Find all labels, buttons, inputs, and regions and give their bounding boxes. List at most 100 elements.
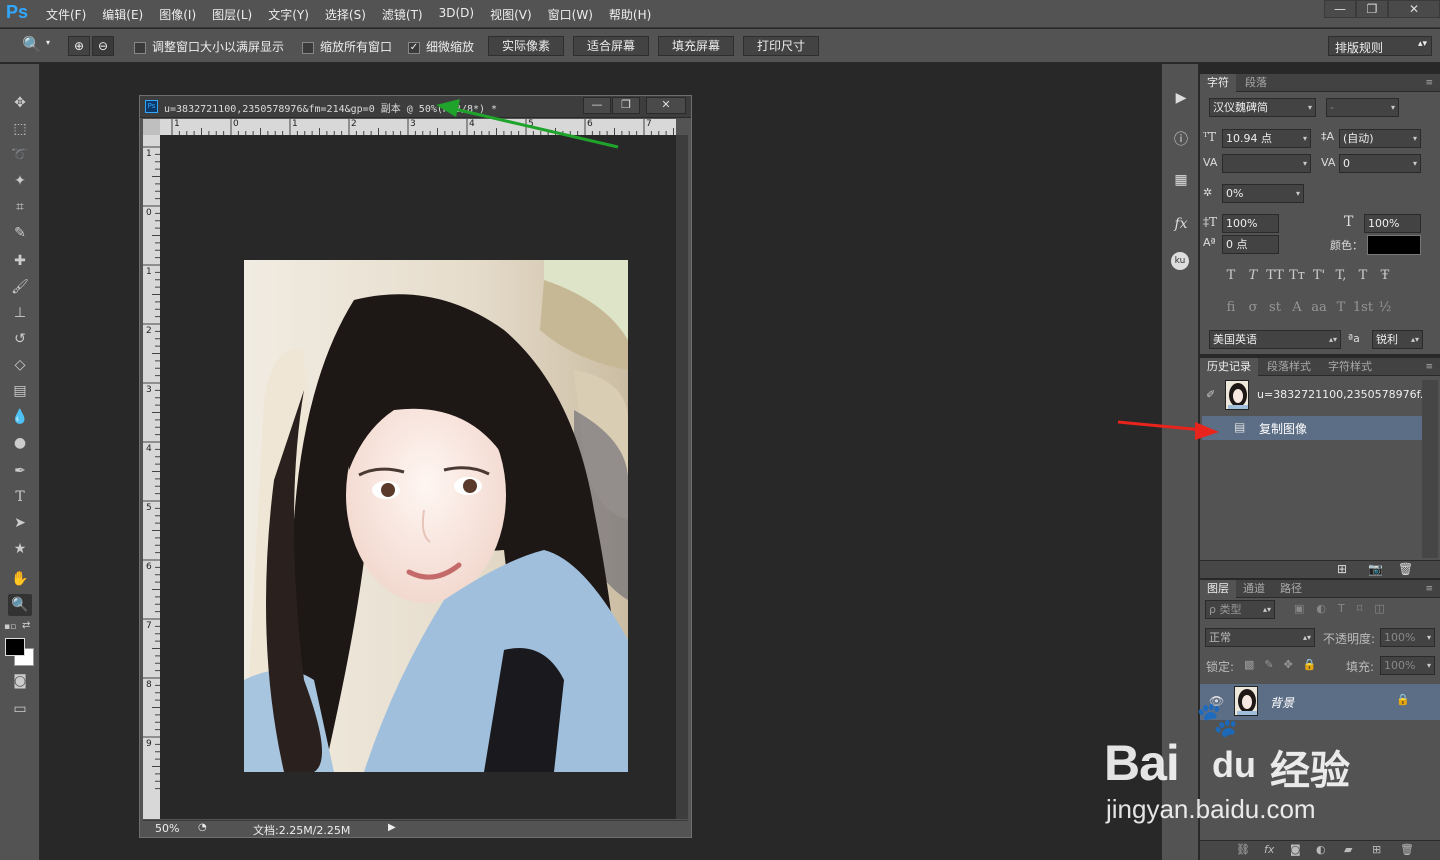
menu-item[interactable]: 文字(Y) — [268, 6, 309, 23]
text-style-button[interactable]: Tт — [1286, 268, 1308, 283]
trash-icon[interactable]: 🗑 — [1400, 843, 1414, 856]
anti-alias-dropdown[interactable]: 锐利 ▴▾ — [1372, 330, 1423, 349]
baseline-shift-field[interactable]: 0 点 — [1222, 235, 1279, 254]
layer-mask-icon[interactable]: ◙ — [1290, 843, 1301, 856]
zoom-tool-icon[interactable]: 🔍 — [22, 35, 42, 54]
zoom-in-icon[interactable]: ⊕ — [68, 36, 90, 56]
lasso-tool-icon[interactable]: ➰ — [8, 144, 32, 166]
path-selection-icon[interactable]: ➤ — [8, 512, 32, 534]
tab-character[interactable]: 字符 — [1200, 74, 1236, 92]
menu-item[interactable]: 编辑(E) — [102, 6, 143, 23]
menu-item[interactable]: 图像(I) — [159, 6, 196, 23]
history-brush-source-icon[interactable]: ✐ — [1206, 388, 1215, 401]
opentype-button[interactable]: A — [1286, 300, 1308, 315]
dodge-tool-icon[interactable]: ● — [8, 432, 32, 454]
text-style-button[interactable]: T — [1220, 268, 1242, 283]
fit-screen-button[interactable]: 适合屏幕 — [573, 36, 649, 56]
opentype-button[interactable]: T — [1330, 300, 1352, 315]
menu-item[interactable]: 3D(D) — [439, 6, 474, 23]
panel-menu-icon[interactable]: ≡ — [1418, 580, 1440, 598]
restore-button[interactable]: ❐ — [1356, 0, 1388, 18]
history-state-row[interactable]: ▤ 复制图像 — [1202, 416, 1422, 440]
status-info-icon[interactable]: ◔ — [198, 822, 207, 833]
fill-field[interactable]: 100% ▾ — [1380, 656, 1435, 675]
print-size-button[interactable]: 打印尺寸 — [743, 36, 819, 56]
stamp-tool-icon[interactable]: ⊥ — [8, 302, 32, 324]
tool-preset-dropdown[interactable]: ▾ — [46, 38, 50, 47]
scrubby-zoom-option[interactable]: ✓ 细微缩放 — [408, 38, 474, 55]
menu-item[interactable]: 图层(L) — [212, 6, 252, 23]
play-actions-icon[interactable]: ▶ — [1171, 88, 1191, 108]
trash-icon[interactable]: 🗑 — [1398, 562, 1413, 576]
text-color-swatch[interactable] — [1367, 235, 1421, 255]
opentype-button[interactable]: σ — [1242, 300, 1264, 315]
eyedropper-icon[interactable]: ✎ — [8, 222, 32, 244]
kerning-field[interactable]: ▾ — [1222, 154, 1311, 173]
gradient-tool-icon[interactable]: ▤ — [8, 380, 32, 402]
workspace-dropdown[interactable]: 排版规则 ▴▾ — [1328, 36, 1432, 56]
opentype-button[interactable]: fi — [1220, 300, 1242, 315]
new-layer-icon[interactable]: ⊞ — [1372, 843, 1381, 856]
history-brush-icon[interactable]: ↺ — [8, 328, 32, 350]
ruler-origin[interactable] — [143, 119, 160, 135]
eraser-tool-icon[interactable]: ◇ — [8, 354, 32, 376]
layer-fx-icon[interactable]: fx — [1264, 843, 1274, 856]
font-family-dropdown[interactable]: 汉仪魏碑简 ▾ — [1209, 98, 1316, 117]
tab-paragraph[interactable]: 段落 — [1238, 74, 1274, 92]
menu-item[interactable]: 选择(S) — [325, 6, 366, 23]
resize-windows-checkbox[interactable] — [134, 41, 146, 54]
vertical-scrollbar[interactable] — [676, 135, 688, 819]
shape-tool-icon[interactable]: ★ — [8, 538, 32, 560]
adjustment-layer-icon[interactable]: ◐ — [1316, 843, 1326, 856]
text-style-button[interactable]: Ŧ — [1374, 268, 1396, 283]
hand-tool-icon[interactable]: ✋ — [8, 568, 32, 590]
text-style-button[interactable]: T' — [1308, 268, 1330, 283]
tab-history[interactable]: 历史记录 — [1200, 358, 1258, 376]
kuler-icon[interactable]: ku — [1171, 252, 1189, 270]
horizontal-scale-field[interactable]: 100% — [1364, 214, 1421, 233]
pen-tool-icon[interactable]: ✒ — [8, 460, 32, 482]
quick-mask-icon[interactable]: ◙ — [8, 670, 32, 692]
lock-icons[interactable]: ▩✎✥🔒 — [1244, 658, 1327, 671]
opacity-field[interactable]: 100% ▾ — [1380, 628, 1435, 647]
tab-layers[interactable]: 图层 — [1200, 580, 1236, 598]
type-tool-icon[interactable]: T — [8, 486, 32, 508]
swap-colors-icon[interactable]: ⇄ — [22, 620, 30, 631]
zoom-all-checkbox[interactable] — [302, 41, 314, 54]
tsume-field[interactable]: 0% ▾ — [1222, 184, 1304, 203]
layer-filter-dropdown[interactable]: ρ 类型 ▴▾ — [1205, 600, 1275, 619]
text-style-button[interactable]: T, — [1330, 268, 1352, 283]
menu-item[interactable]: 滤镜(T) — [382, 6, 423, 23]
text-style-button[interactable]: T — [1242, 268, 1264, 283]
menu-item[interactable]: 视图(V) — [490, 6, 532, 23]
panel-menu-icon[interactable]: ≡ — [1418, 358, 1440, 376]
styles-fx-icon[interactable]: fx — [1171, 214, 1191, 234]
zoom-level[interactable]: 50% — [155, 822, 179, 835]
font-style-dropdown[interactable]: - ▾ — [1326, 98, 1399, 117]
text-style-button[interactable]: TT — [1264, 268, 1286, 283]
portrait-photo[interactable] — [244, 260, 628, 772]
menu-item[interactable]: 文件(F) — [46, 6, 86, 23]
healing-brush-icon[interactable]: ✚ — [8, 250, 32, 272]
zoom-all-option[interactable]: 缩放所有窗口 — [302, 38, 392, 55]
screen-mode-icon[interactable]: ▭ — [8, 698, 32, 720]
zoom-tool-icon[interactable]: 🔍 — [8, 594, 32, 616]
blur-tool-icon[interactable]: 💧 — [8, 406, 32, 428]
marquee-tool-icon[interactable]: ⬚ — [8, 118, 32, 140]
info-icon[interactable]: ⓘ — [1171, 130, 1191, 150]
tab-paths[interactable]: 路径 — [1273, 580, 1309, 598]
vertical-ruler[interactable]: 1 0 1 2 3 4 5 6 7 8 9 — [143, 135, 160, 819]
panel-menu-icon[interactable]: ≡ — [1418, 74, 1440, 92]
default-colors-icon[interactable]: ▪▫ — [4, 622, 16, 632]
canvas-area[interactable] — [160, 135, 676, 819]
fill-screen-button[interactable]: 填充屏幕 — [658, 36, 734, 56]
history-scrollbar[interactable] — [1422, 380, 1438, 558]
status-menu-arrow-icon[interactable]: ▶ — [388, 822, 396, 833]
opentype-button[interactable]: st — [1264, 300, 1286, 315]
foreground-color-swatch[interactable] — [5, 638, 25, 656]
scrubby-zoom-checkbox[interactable]: ✓ — [408, 41, 420, 54]
move-tool-icon[interactable]: ✥ — [8, 92, 32, 114]
zoom-out-icon[interactable]: ⊖ — [92, 36, 114, 56]
layer-filter-icons[interactable]: ▣◐T⌑◫ — [1294, 602, 1397, 615]
brush-tool-icon[interactable]: 🖌 — [8, 276, 32, 298]
